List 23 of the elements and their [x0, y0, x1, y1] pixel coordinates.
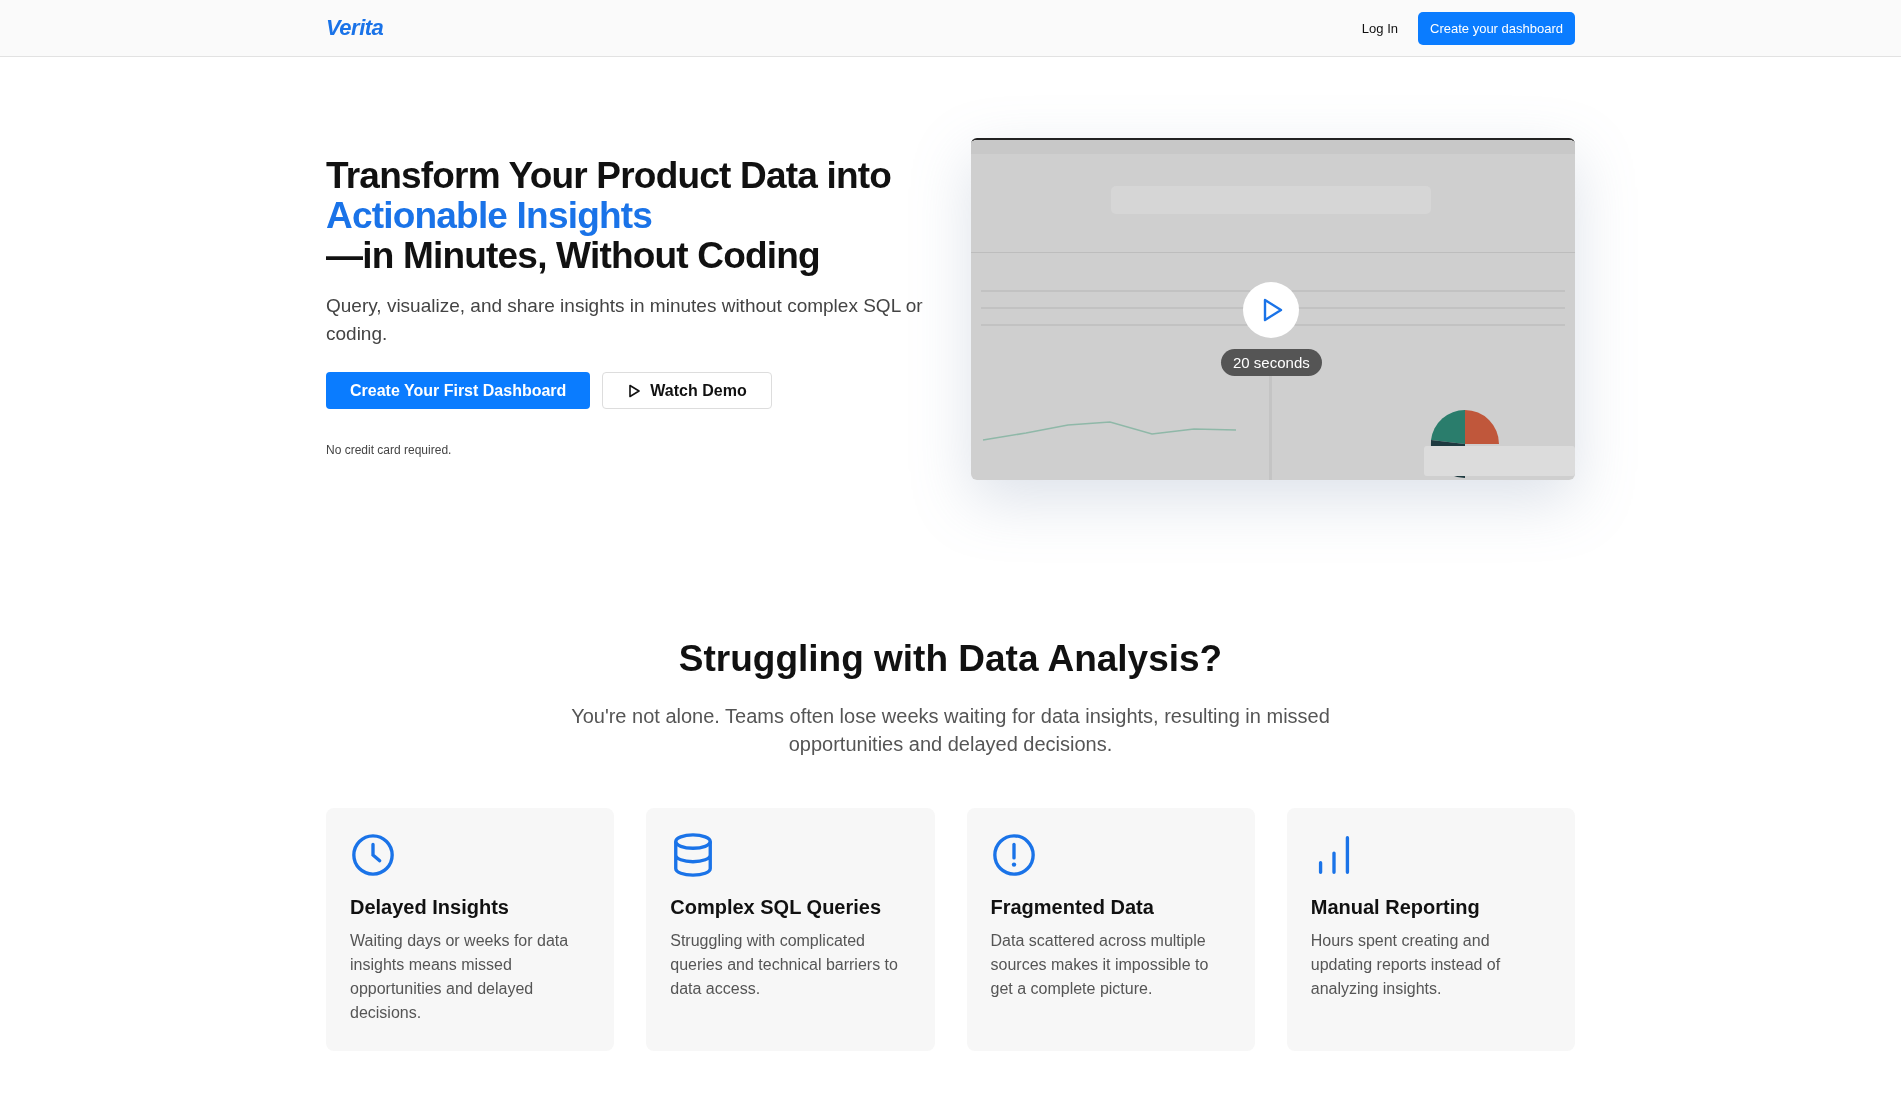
card-text: Struggling with complicated queries and technical barriers to data access.: [670, 931, 899, 999]
play-icon: [627, 383, 642, 398]
logo[interactable]: Verita: [326, 15, 384, 41]
card-title: Delayed Insights: [350, 896, 510, 919]
card-title: Manual Reporting: [1310, 896, 1481, 919]
alert-icon: [990, 832, 1037, 878]
create-dashboard-button[interactable]: Create your dashboard: [1418, 11, 1575, 45]
clock-icon: [350, 832, 396, 878]
duration-badge: 20 seconds: [1221, 349, 1322, 376]
watch-demo-button[interactable]: Watch Demo: [602, 372, 772, 409]
section-subtitle: You're not alone. Teams often lose weeks waiting for data insights, resulting in missed opportunities and delayed decisions.: [570, 704, 1331, 757]
card-title: Fragmented Data: [990, 896, 1155, 919]
hero-subtitle: Query, visualize, and share insights in minutes without complex SQL or coding.: [326, 294, 924, 346]
login-link[interactable]: Log In: [1361, 20, 1398, 36]
hero-title: Transform Your Product Data into Actionable Insights —in Minutes, Without Coding: [326, 156, 893, 276]
card-text: Hours spent creating and updating reports instead of analyzing insights.: [1310, 931, 1502, 999]
play-icon: [1262, 298, 1284, 322]
card-text: Data scattered across multiple sources makes it impossible to get a complete picture.: [990, 931, 1210, 999]
section-title: Struggling with Data Analysis?: [677, 638, 1224, 680]
card-title: Complex SQL Queries: [670, 896, 883, 919]
card-text: Waiting days or weeks for data insights means missed opportunities and delayed decisions.: [350, 931, 570, 1023]
create-first-dashboard-button[interactable]: Create Your First Dashboard: [326, 372, 591, 409]
credit-card-note: No credit card required.: [326, 443, 453, 457]
